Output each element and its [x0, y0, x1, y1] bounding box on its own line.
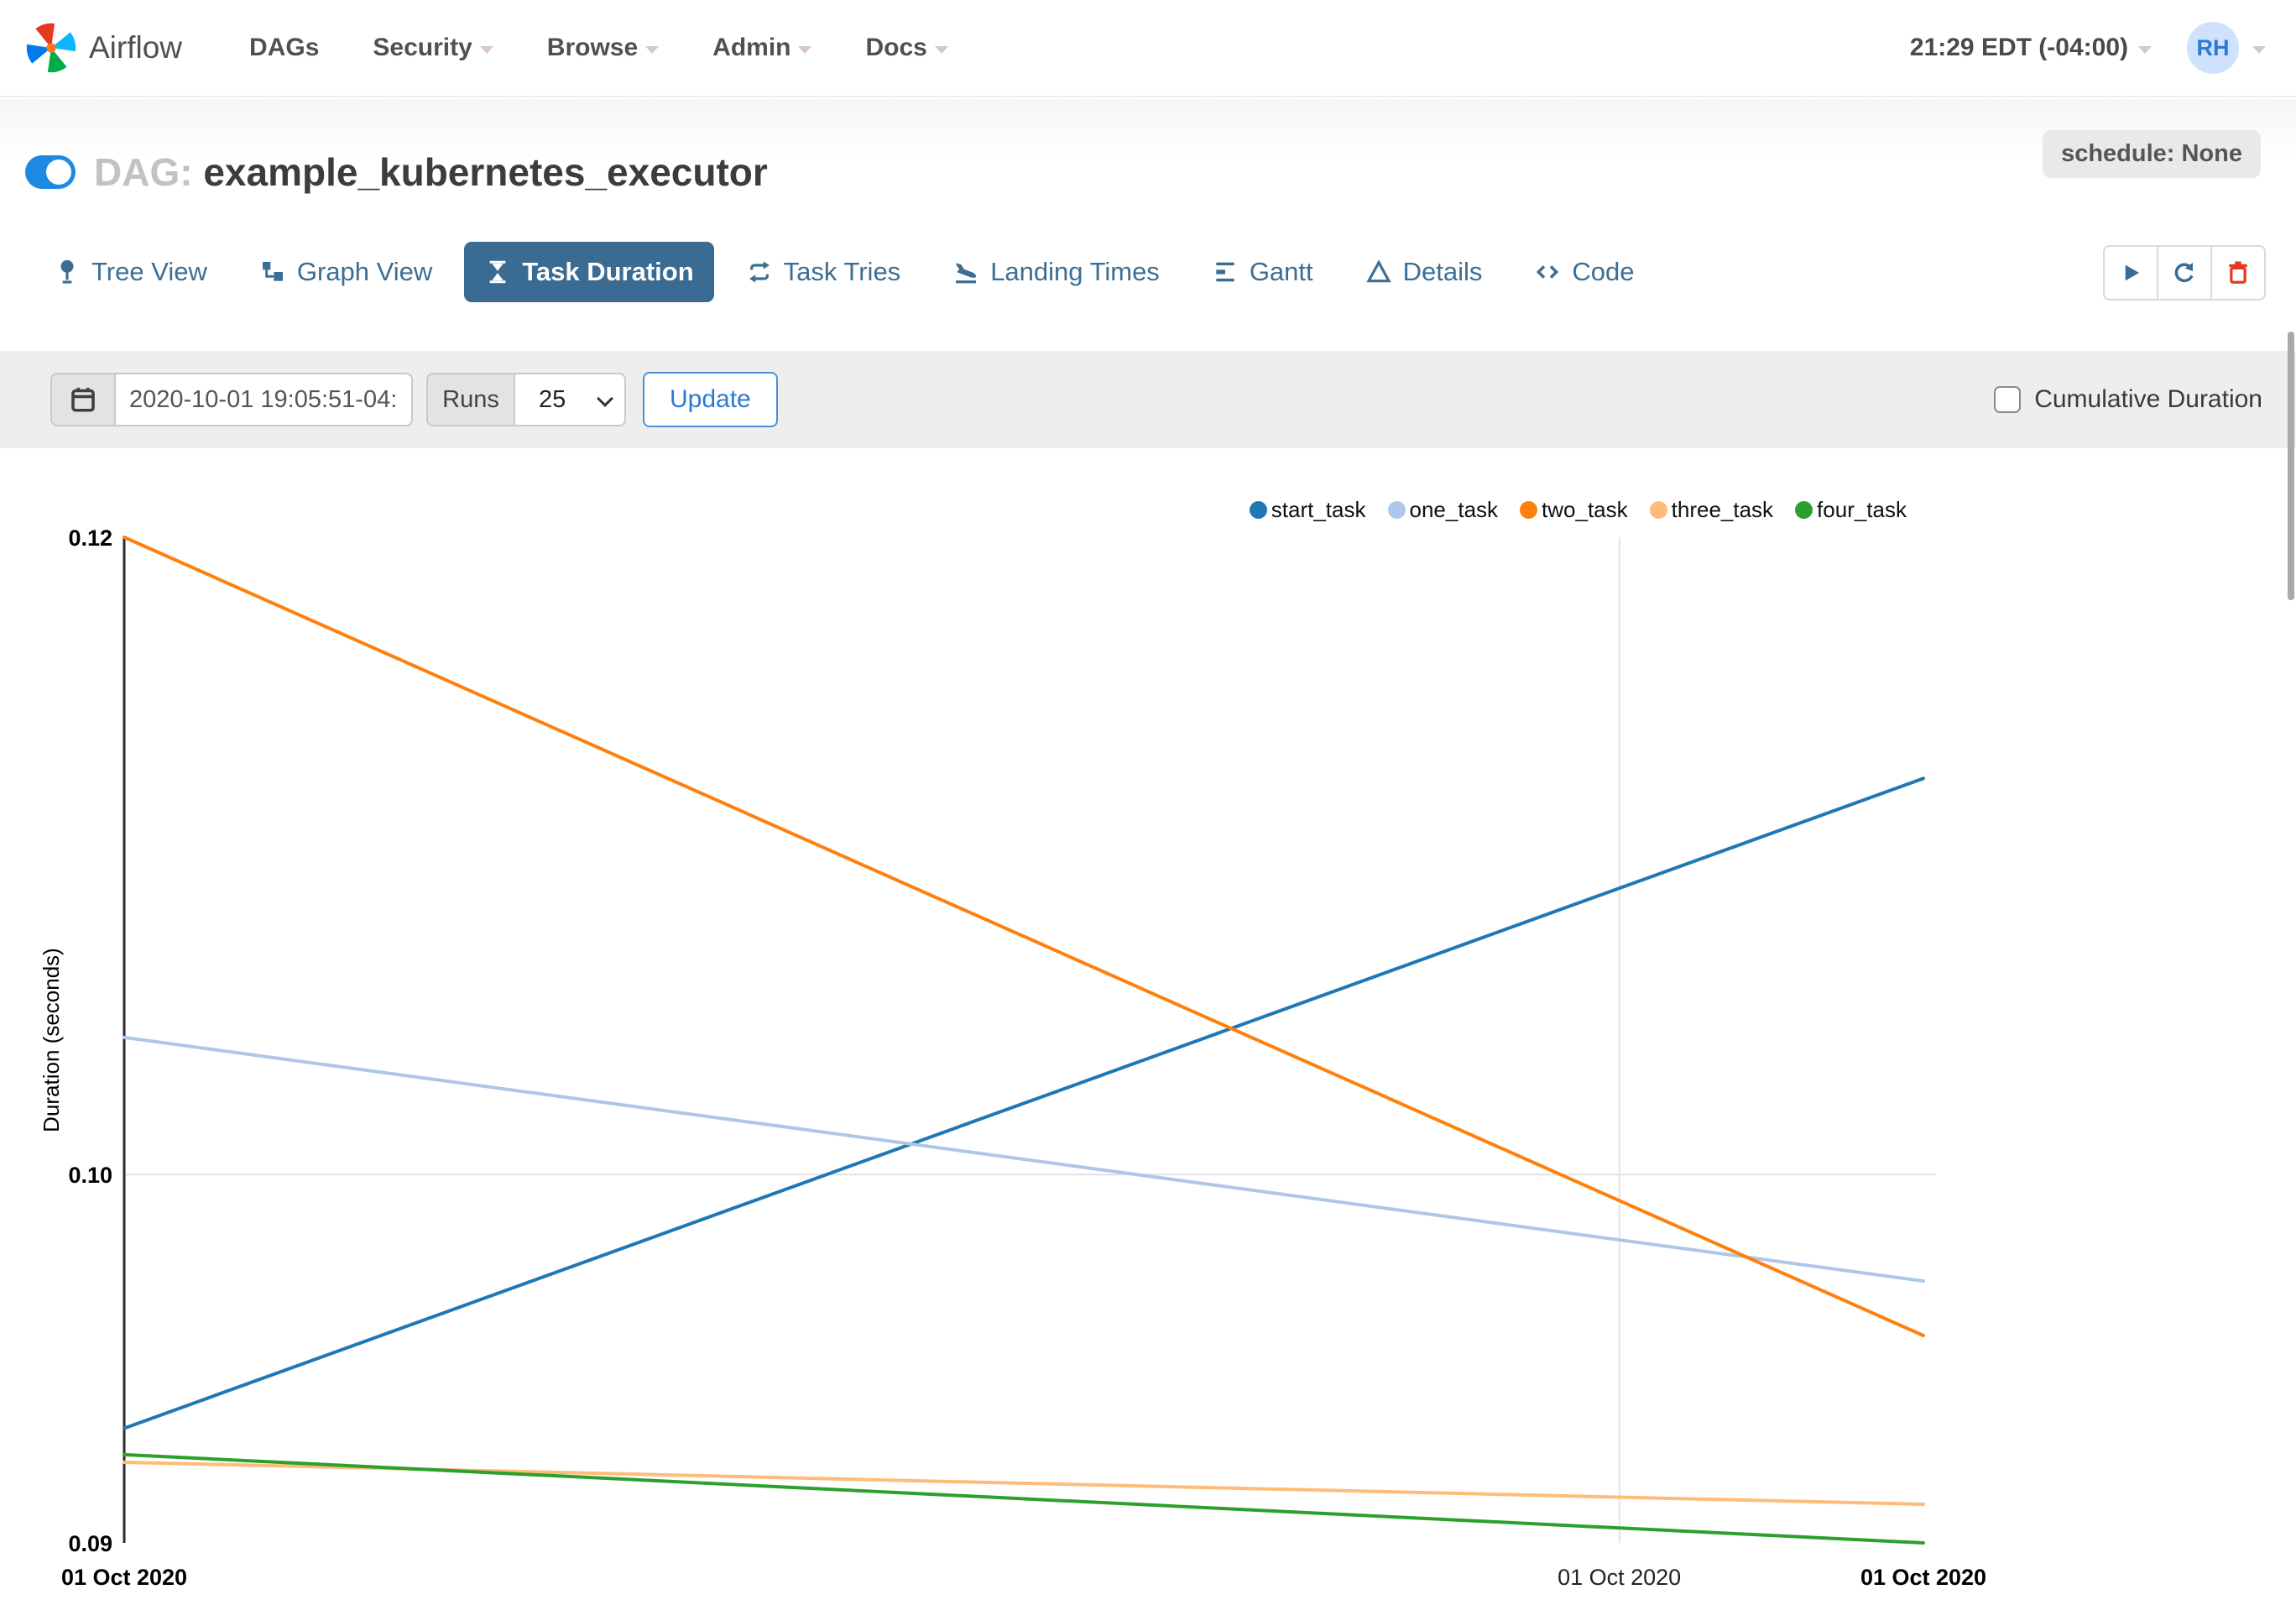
- chevron-down-icon: [645, 45, 660, 54]
- chevron-down-icon: [2138, 45, 2152, 54]
- nav-label: Browse: [546, 34, 639, 61]
- x-tick-label: 01 Oct 2020: [61, 1565, 187, 1590]
- timezone-selector[interactable]: 21:29 EDT (-04:00): [1910, 34, 2152, 62]
- series-line-one_task: [123, 1035, 1925, 1283]
- nav-label: Docs: [865, 34, 927, 61]
- y-axis-title: Duration (seconds): [39, 948, 64, 1132]
- navbar: Airflow DAGs Security Browse Admin Docs …: [0, 0, 2296, 97]
- series-line-start_task: [123, 776, 1925, 1430]
- nav-item-security[interactable]: Security: [373, 34, 493, 62]
- chevron-down-icon[interactable]: [2252, 45, 2266, 54]
- airflow-pinwheel-icon: [26, 23, 76, 73]
- chevron-down-icon: [479, 45, 493, 54]
- nav-links: DAGs Security Browse Admin Docs: [249, 34, 948, 62]
- y-tick-label: 0.12: [68, 525, 112, 551]
- chevron-down-icon: [798, 45, 812, 54]
- x-tick-label: 01 Oct 2020: [1558, 1565, 1681, 1590]
- airflow-brand[interactable]: Airflow: [25, 22, 182, 74]
- clock-text: 21:29 EDT (-04:00): [1909, 34, 2128, 61]
- nav-item-admin[interactable]: Admin: [712, 34, 812, 62]
- task-duration-chart: 0.12 0.10 0.09 01 Oct 2020 01 Oct 2020 01 Oct…: [39, 525, 1986, 1590]
- brand-name: Airflow: [89, 30, 183, 65]
- nav-label: Security: [373, 34, 472, 61]
- y-tick-label: 0.10: [68, 1163, 112, 1188]
- nav-label: Admin: [712, 34, 791, 61]
- y-tick-label: 0.09: [68, 1531, 112, 1556]
- nav-item-docs[interactable]: Docs: [865, 34, 948, 62]
- nav-label: DAGs: [249, 34, 320, 61]
- nav-item-dags[interactable]: DAGs: [249, 34, 319, 62]
- avatar[interactable]: RH: [2187, 22, 2239, 74]
- series-line-two_task: [123, 536, 1925, 1337]
- x-tick-label: 01 Oct 2020: [1860, 1565, 1986, 1590]
- chevron-down-icon: [934, 45, 948, 54]
- navbar-right: 21:29 EDT (-04:00) RH: [1910, 22, 2266, 74]
- nav-item-browse[interactable]: Browse: [546, 34, 660, 62]
